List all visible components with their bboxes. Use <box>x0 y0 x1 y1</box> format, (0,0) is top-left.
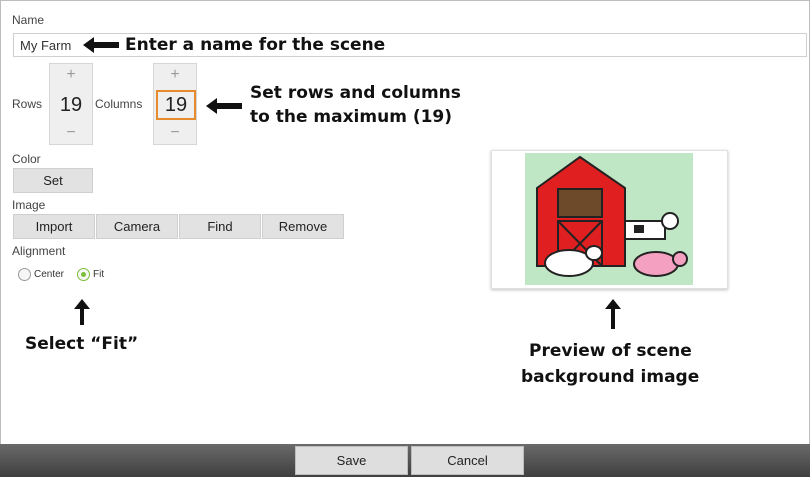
columns-increment-button[interactable]: + <box>154 64 196 86</box>
preview-image <box>491 150 728 289</box>
remove-button[interactable]: Remove <box>262 214 344 239</box>
up-arrow-shaft <box>80 308 84 325</box>
up-arrow-shaft <box>611 308 615 329</box>
color-set-button[interactable]: Set <box>13 168 93 193</box>
camera-button[interactable]: Camera <box>96 214 178 239</box>
image-label: Image <box>12 198 46 212</box>
columns-label: Columns <box>95 97 143 111</box>
name-label: Name <box>12 13 45 27</box>
alignment-label: Alignment <box>12 244 66 258</box>
rows-columns-callout-line1: Set rows and columns <box>250 83 461 103</box>
rows-stepper[interactable]: + 19 − <box>49 63 93 145</box>
rows-value[interactable]: 19 <box>50 90 92 120</box>
preview-callout-line2: background image <box>521 367 700 387</box>
preview-callout-line1: Preview of scene <box>529 341 692 361</box>
center-radio-label: Center <box>34 269 65 280</box>
left-arrow-icon <box>206 97 244 115</box>
save-button[interactable]: Save <box>295 446 408 475</box>
columns-stepper[interactable]: + 19 − <box>153 63 197 145</box>
footer-bar: Save Cancel <box>0 444 810 477</box>
fit-callout: Select “Fit” <box>25 334 139 354</box>
fit-radio[interactable] <box>77 268 90 281</box>
scene-editor-window: Name My Farm Enter a name for the scene … <box>0 0 810 477</box>
columns-value[interactable]: 19 <box>156 90 196 120</box>
rows-label: Rows <box>12 97 43 111</box>
barn-scene-image <box>525 153 693 285</box>
cancel-button[interactable]: Cancel <box>411 446 524 475</box>
rows-increment-button[interactable]: + <box>50 64 92 86</box>
name-callout: Enter a name for the scene <box>125 35 386 55</box>
color-label: Color <box>12 152 41 166</box>
center-radio[interactable] <box>18 268 31 281</box>
left-arrow-icon <box>83 36 121 54</box>
fit-radio-label: Fit <box>93 269 105 280</box>
name-field-value: My Farm <box>20 38 72 53</box>
columns-decrement-button[interactable]: − <box>154 122 196 144</box>
import-button[interactable]: Import <box>13 214 95 239</box>
find-button[interactable]: Find <box>179 214 261 239</box>
rows-decrement-button[interactable]: − <box>50 122 92 144</box>
rows-columns-callout-line2: to the maximum (19) <box>250 107 453 127</box>
